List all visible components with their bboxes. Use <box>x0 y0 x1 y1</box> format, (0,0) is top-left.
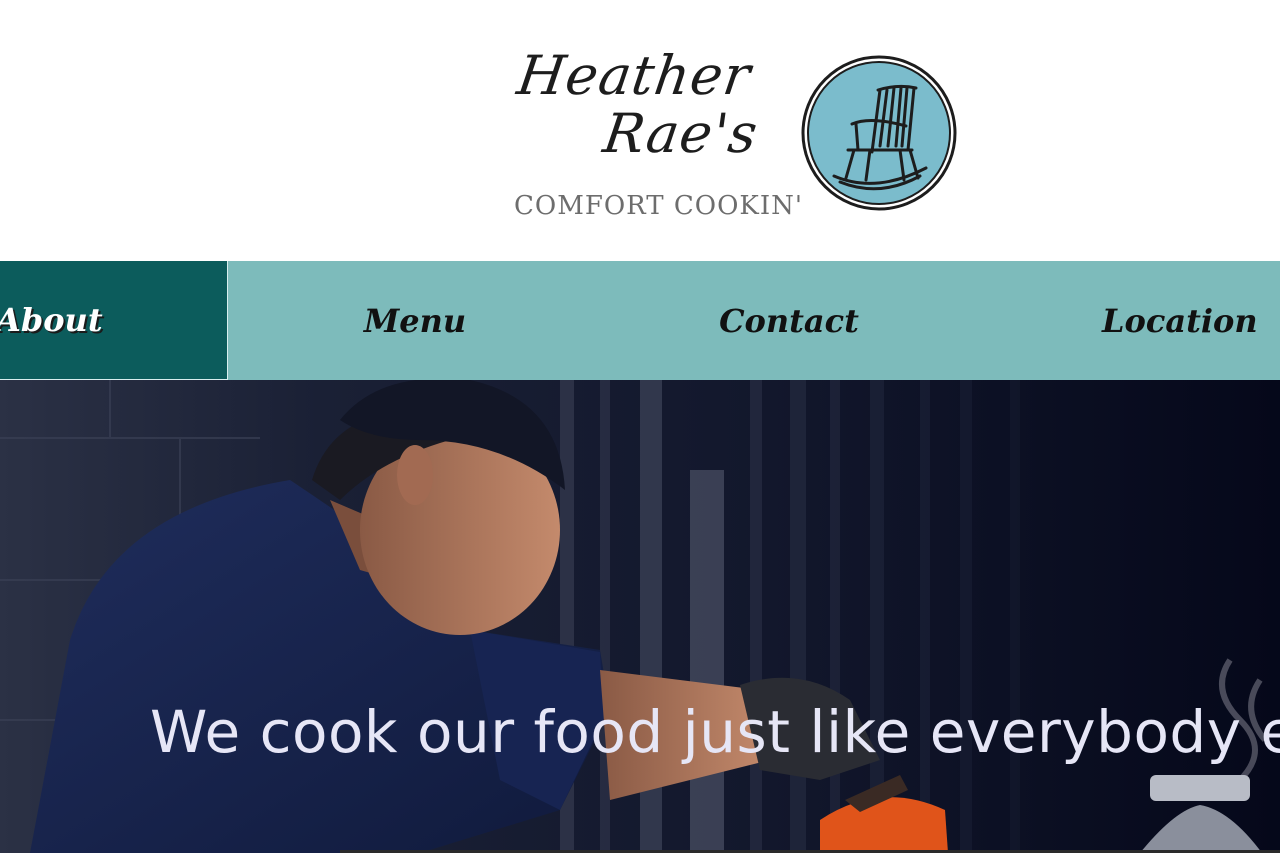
site-logo[interactable]: Heather Rae's COMFORT COOKIN' <box>512 36 962 222</box>
logo-name-line1: Heather <box>513 44 755 107</box>
hero-chef-photo <box>0 380 1280 853</box>
main-navigation: About Menu Contact Location <box>0 261 1280 380</box>
hero-caption: We cook our food just like everybody els… <box>150 698 1280 766</box>
hero-banner: We cook our food just like everybody els… <box>0 380 1280 853</box>
nav-item-location[interactable]: Location <box>976 261 1280 380</box>
nav-item-menu[interactable]: Menu <box>228 261 602 380</box>
nav-item-about[interactable]: About <box>0 261 228 380</box>
nav-item-menu-label: Menu <box>363 301 467 340</box>
site-header: Heather Rae's COMFORT COOKIN' <box>0 0 1280 261</box>
nav-item-location-label: Location <box>1102 301 1258 340</box>
nav-item-about-label: About <box>0 301 103 339</box>
nav-item-contact-label: Contact <box>719 301 859 340</box>
logo-name-line2: Rae's <box>599 102 763 165</box>
logo-tagline: COMFORT COOKIN' <box>514 191 804 221</box>
rocking-chair-icon <box>801 55 957 211</box>
nav-item-contact[interactable]: Contact <box>602 261 976 380</box>
